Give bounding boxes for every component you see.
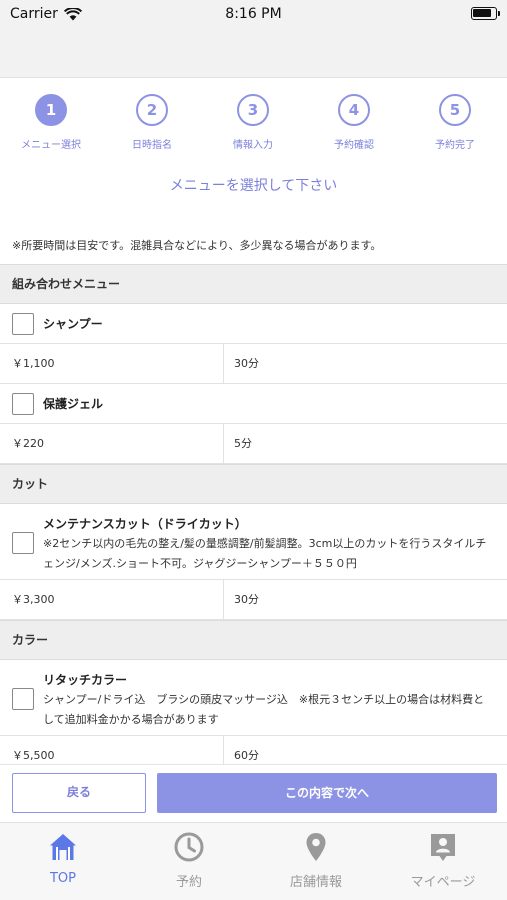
step-number: 5: [439, 94, 471, 126]
step-label: 情報入力: [233, 140, 273, 151]
menu-item-protective-gel[interactable]: 保護ジェル: [0, 384, 507, 424]
menu-item-shampoo[interactable]: シャンプー: [0, 304, 507, 344]
step-3: 3 情報入力: [208, 94, 298, 151]
menu-item-duration: 5分: [234, 437, 252, 450]
tab-label: マイページ: [410, 875, 476, 890]
navigation-bar: [0, 28, 507, 78]
step-5: 5 予約完了: [410, 94, 500, 151]
step-label: 日時指名: [132, 140, 172, 151]
menu-item-name: メンテナンスカット（ドライカット）: [43, 517, 247, 531]
back-button[interactable]: 戻る: [12, 773, 146, 813]
menu-item-price-row: ￥1,100 30分: [0, 344, 507, 384]
next-button[interactable]: この内容で次へ: [157, 773, 497, 813]
menu-item-name: シャンプー: [43, 316, 103, 331]
menu-item-duration: 30分: [234, 593, 259, 606]
menu-item-name: リタッチカラー: [43, 673, 128, 687]
section-header-combination: 組み合わせメニュー: [0, 264, 507, 304]
step-number: 1: [35, 94, 67, 126]
status-time: 8:16 PM: [225, 6, 282, 22]
step-number: 4: [338, 94, 370, 126]
tab-bar: TOP 予約 店舗情報 マイページ: [0, 822, 507, 900]
menu-item-price: ￥1,100: [0, 344, 224, 383]
menu-item-name: 保護ジェル: [43, 396, 104, 411]
tab-label: TOP: [49, 871, 76, 886]
menu-item-description: ※2センチ以内の毛先の整え/髪の量感調整/前髪調整。3cm以上のカットを行うスタ…: [43, 537, 487, 570]
step-number: 3: [237, 94, 269, 126]
menu-item-checkbox[interactable]: [12, 532, 34, 554]
step-indicator: 1 メニュー選択 2 日時指名 3 情報入力 4 予約確認 5 予約完了: [0, 94, 507, 156]
tab-label: 店舗情報: [289, 875, 342, 890]
section-header-color: カラー: [0, 620, 507, 660]
step-label: メニュー選択: [21, 140, 81, 151]
duration-notice: ※所要時間は目安です。混雑具合などにより、多少異なる場合があります。: [12, 239, 382, 252]
menu-list[interactable]: 組み合わせメニュー シャンプー ￥1,100 30分 保護ジェル ￥220 5分…: [0, 264, 507, 776]
step-4: 4 予約確認: [309, 94, 399, 151]
action-bar: 戻る この内容で次へ: [0, 764, 507, 822]
tab-store-info[interactable]: 店舗情報: [253, 831, 379, 890]
clock-icon: [174, 832, 204, 862]
menu-item-checkbox[interactable]: [12, 392, 34, 415]
menu-item-checkbox[interactable]: [12, 312, 34, 335]
menu-item-price: ￥3,300: [0, 580, 224, 619]
menu-item-checkbox[interactable]: [12, 688, 34, 710]
tab-top[interactable]: TOP: [0, 831, 126, 886]
section-header-cut: カット: [0, 464, 507, 504]
tab-reservation[interactable]: 予約: [126, 831, 252, 890]
page-heading: メニューを選択して下さい: [169, 178, 338, 194]
battery-icon: [471, 7, 500, 20]
tab-mypage[interactable]: マイページ: [380, 831, 506, 890]
menu-item-retouch-color[interactable]: リタッチカラー シャンプー/ドライ込 ブラシの頭皮マッサージ込 ※根元３センチ以…: [0, 660, 507, 736]
step-1: 1 メニュー選択: [6, 94, 96, 151]
menu-item-price-row: ￥3,300 30分: [0, 580, 507, 620]
menu-item-price: ￥220: [0, 424, 224, 463]
menu-item-maintenance-cut[interactable]: メンテナンスカット（ドライカット） ※2センチ以内の毛先の整え/髪の量感調整/前…: [0, 504, 507, 580]
status-bar: Carrier 8:16 PM: [0, 0, 507, 28]
tab-label: 予約: [175, 875, 202, 890]
step-2: 2 日時指名: [107, 94, 197, 151]
step-label: 予約完了: [435, 140, 475, 151]
menu-item-price-row: ￥220 5分: [0, 424, 507, 464]
map-pin-icon: [306, 833, 326, 861]
step-number: 2: [136, 94, 168, 126]
person-card-icon: [431, 834, 455, 861]
menu-item-description: シャンプー/ドライ込 ブラシの頭皮マッサージ込 ※根元３センチ以上の場合は材料費…: [43, 693, 485, 726]
step-label: 予約確認: [334, 140, 374, 151]
menu-item-duration: 30分: [234, 357, 259, 370]
home-icon: [50, 834, 76, 860]
